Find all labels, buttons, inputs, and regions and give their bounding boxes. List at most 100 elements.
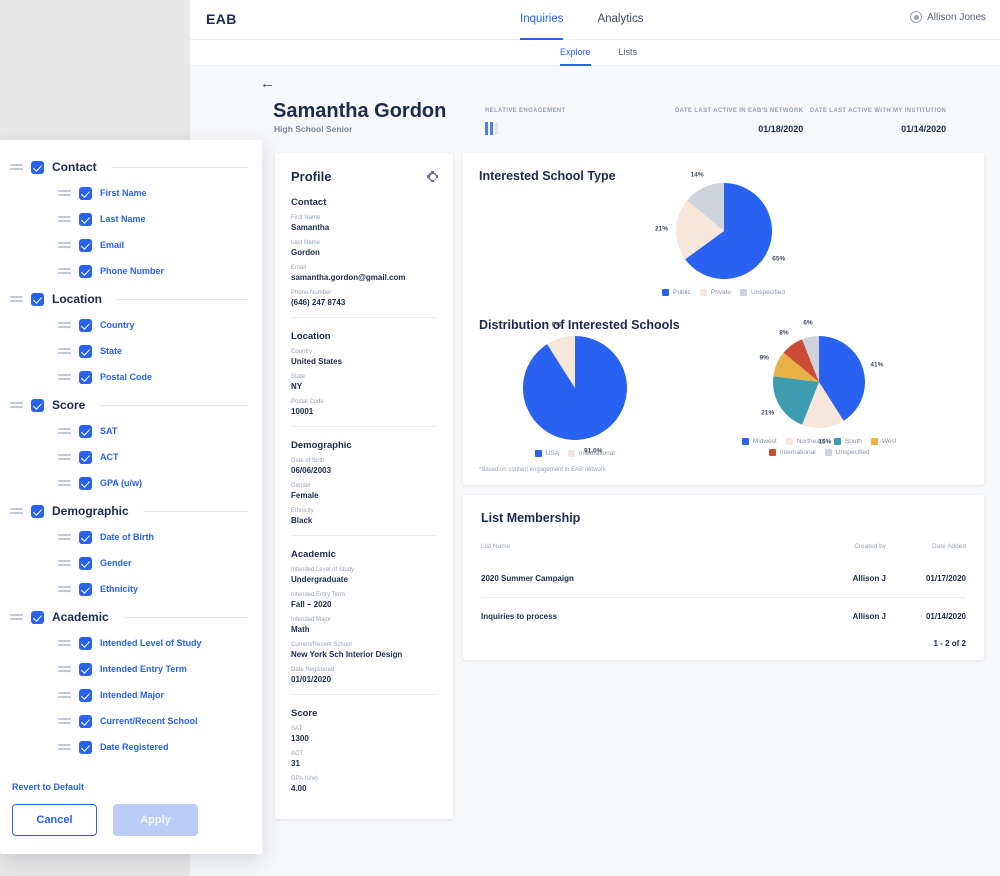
- checkbox-state[interactable]: [79, 344, 92, 358]
- table-row[interactable]: 2020 Summer Campaign Allison J 01/17/2020: [481, 564, 966, 598]
- chart-legend: Public Private Unspecified: [662, 289, 785, 296]
- checkbox-score[interactable]: [31, 398, 44, 412]
- revert-to-default-link[interactable]: Revert to Default: [12, 782, 248, 792]
- tab-explore[interactable]: Explore: [560, 40, 591, 66]
- legend-swatch: [534, 450, 542, 457]
- drag-handle-icon[interactable]: [58, 189, 71, 197]
- apply-button[interactable]: Apply: [113, 804, 198, 836]
- legend-item[interactable]: Unspecified: [824, 449, 870, 456]
- drag-handle-icon[interactable]: [58, 321, 71, 329]
- checkbox-current-recent-school[interactable]: [79, 714, 92, 728]
- checkbox-last-name[interactable]: [79, 212, 92, 226]
- profile-field-value: 1300: [291, 734, 309, 743]
- checkbox-gpa-u-w-[interactable]: [79, 476, 92, 490]
- column-item-label: Postal Code: [100, 372, 153, 382]
- user-menu[interactable]: Allison Jones: [910, 11, 986, 23]
- drag-handle-icon[interactable]: [58, 427, 71, 435]
- legend-item[interactable]: Midwest: [741, 438, 777, 445]
- legend-item[interactable]: South: [833, 438, 862, 445]
- drag-handle-icon[interactable]: [58, 639, 71, 647]
- checkbox-date-of-birth[interactable]: [79, 530, 92, 544]
- drag-handle-icon[interactable]: [58, 717, 71, 725]
- date-added-cell: 01/17/2020: [925, 574, 966, 583]
- profile-field-label: Current/Recent School: [291, 642, 352, 648]
- checkbox-postal-code[interactable]: [79, 370, 92, 384]
- legend-item[interactable]: International: [768, 449, 816, 456]
- drag-handle-icon[interactable]: [58, 453, 71, 461]
- drag-handle-icon[interactable]: [58, 533, 71, 541]
- legend-item[interactable]: Private: [699, 289, 731, 296]
- group-divider: [99, 404, 248, 406]
- profile-field-value: Fall – 2020: [291, 600, 332, 609]
- drag-handle-icon[interactable]: [58, 743, 71, 751]
- profile-field-value: Black: [291, 516, 313, 525]
- checkbox-ethnicity[interactable]: [79, 582, 92, 596]
- profile-field-label: First Name: [291, 215, 321, 221]
- checkbox-location[interactable]: [31, 292, 44, 306]
- drag-handle-icon[interactable]: [58, 691, 71, 699]
- drag-handle-icon[interactable]: [58, 267, 71, 275]
- drag-handle-icon[interactable]: [58, 559, 71, 567]
- checkbox-intended-entry-term[interactable]: [79, 662, 92, 676]
- nav-item-analytics[interactable]: Analytics: [597, 0, 643, 40]
- drag-handle-icon[interactable]: [58, 479, 71, 487]
- profile-field-label: Intended Entry Term: [291, 592, 345, 598]
- profile-field: Last Name Gordon: [291, 240, 437, 257]
- checkbox-act[interactable]: [79, 450, 92, 464]
- drag-handle-icon[interactable]: [10, 295, 23, 303]
- checkbox-intended-major[interactable]: [79, 688, 92, 702]
- panel-actions: Cancel Apply: [10, 804, 248, 836]
- avatar-icon: [910, 11, 923, 23]
- profile-field-value: United States: [291, 357, 343, 366]
- legend-item[interactable]: USA: [534, 450, 560, 457]
- column-item-label: Last Name: [100, 214, 146, 224]
- group-divider: [142, 510, 248, 512]
- checkbox-academic[interactable]: [31, 610, 44, 624]
- legend-label: USA: [545, 450, 560, 457]
- checkbox-sat[interactable]: [79, 424, 92, 438]
- checkbox-first-name[interactable]: [79, 186, 92, 200]
- column-item-row: Intended Entry Term: [10, 656, 248, 682]
- drag-handle-icon[interactable]: [10, 401, 23, 409]
- checkbox-country[interactable]: [79, 318, 92, 332]
- tab-lists[interactable]: Lists: [619, 40, 638, 66]
- nav-item-inquiries[interactable]: Inquiries: [520, 0, 563, 40]
- checkbox-email[interactable]: [79, 238, 92, 252]
- chart-legend: USA International: [534, 450, 615, 457]
- legend-item[interactable]: Unspecified: [739, 289, 785, 296]
- column-item-row: Current/Recent School: [10, 708, 248, 734]
- table-row[interactable]: Inquiries to process Allison J 01/14/2020: [481, 597, 966, 635]
- profile-section-title: Location: [291, 331, 331, 342]
- legend-item[interactable]: West: [870, 438, 897, 445]
- column-group-label: Demographic: [52, 504, 129, 518]
- checkbox-date-registered[interactable]: [79, 740, 92, 754]
- list-membership-table: List Name Created by Date Added 2020 Sum…: [481, 543, 966, 635]
- drag-handle-icon[interactable]: [58, 665, 71, 673]
- legend-label: Midwest: [752, 438, 777, 445]
- drag-handle-icon[interactable]: [10, 163, 23, 171]
- drag-handle-icon[interactable]: [58, 215, 71, 223]
- checkbox-phone-number[interactable]: [79, 264, 92, 278]
- legend-swatch: [662, 289, 670, 296]
- cancel-button[interactable]: Cancel: [12, 804, 97, 836]
- back-arrow-icon[interactable]: ←: [260, 76, 275, 91]
- profile-card: Profile Contact First Name Samantha Last Na…: [275, 153, 453, 819]
- drag-handle-icon[interactable]: [58, 373, 71, 381]
- legend-item[interactable]: Public: [662, 289, 691, 296]
- profile-field: Gender Female: [291, 483, 437, 500]
- checkbox-gender[interactable]: [79, 556, 92, 570]
- drag-handle-icon[interactable]: [58, 347, 71, 355]
- checkbox-demographic[interactable]: [31, 504, 44, 518]
- legend-swatch: [739, 289, 747, 296]
- column-item-row: Email: [10, 232, 248, 258]
- drag-handle-icon[interactable]: [10, 507, 23, 515]
- profile-field-label: Phone Number: [291, 290, 332, 296]
- drag-handle-icon[interactable]: [58, 241, 71, 249]
- profile-field: Intended Major Math: [291, 617, 437, 634]
- checkbox-intended-level-of-study[interactable]: [79, 636, 92, 650]
- drag-handle-icon[interactable]: [10, 613, 23, 621]
- profile-sections: Contact First Name Samantha Last Name Gordon…: [291, 197, 437, 793]
- checkbox-contact[interactable]: [31, 160, 44, 174]
- drag-handle-icon[interactable]: [58, 585, 71, 593]
- gear-icon[interactable]: [426, 170, 438, 182]
